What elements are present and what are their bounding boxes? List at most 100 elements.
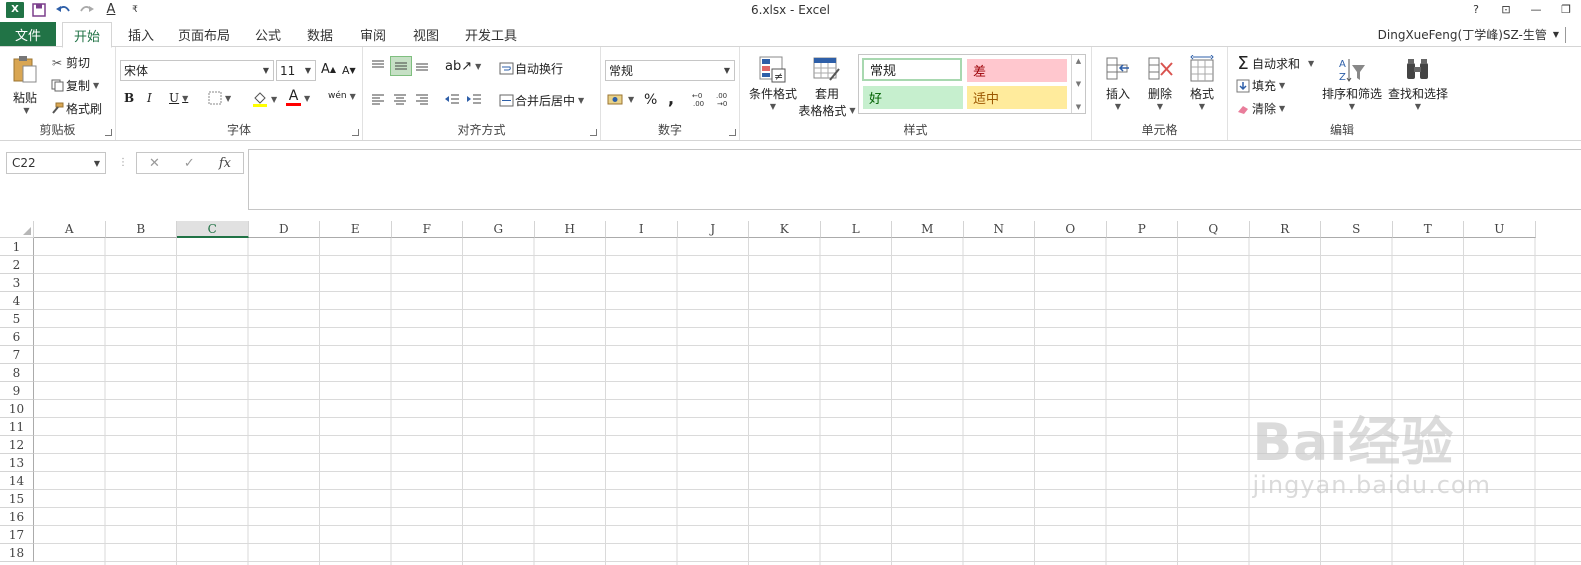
column-header[interactable]: S — [1321, 221, 1393, 238]
accounting-format-button[interactable]: ▼ — [607, 92, 634, 106]
clear-button[interactable]: 清除 ▼ — [1234, 100, 1285, 117]
formula-bar-grip[interactable]: ⋮ — [118, 157, 128, 168]
row-header[interactable]: 6 — [0, 328, 34, 346]
find-select-button[interactable]: 查找和选择 ▼ — [1386, 55, 1450, 111]
sort-filter-button[interactable]: AZ 排序和筛选 ▼ — [1322, 55, 1382, 111]
dialog-launcher-icon[interactable] — [729, 129, 736, 136]
align-middle-button[interactable] — [390, 56, 412, 76]
font-color-icon[interactable]: A — [102, 1, 120, 18]
row-header[interactable]: 10 — [0, 400, 34, 418]
font-color-button[interactable]: A ▼ — [286, 89, 310, 106]
column-header[interactable]: N — [963, 221, 1035, 238]
dialog-launcher-icon[interactable] — [590, 129, 597, 136]
user-account[interactable]: DingXueFeng(丁学峰)SZ-生管 ▼ — [1378, 22, 1575, 47]
column-header[interactable]: H — [534, 221, 606, 238]
align-bottom-button[interactable] — [414, 58, 430, 72]
underline-button[interactable]: U ▼ — [169, 91, 188, 105]
align-top-button[interactable] — [370, 58, 386, 72]
column-header[interactable]: L — [820, 221, 892, 238]
row-header[interactable]: 8 — [0, 364, 34, 382]
column-header[interactable]: T — [1392, 221, 1464, 238]
column-header[interactable]: G — [463, 221, 535, 238]
font-size-combo[interactable]: 11 ▼ — [276, 60, 316, 81]
cell-area[interactable] — [34, 238, 1581, 565]
row-header[interactable]: 9 — [0, 382, 34, 400]
undo-icon[interactable] — [54, 1, 72, 18]
ribbon-display-icon[interactable]: ⊡ — [1493, 1, 1519, 18]
paste-button[interactable]: 粘贴 ▼ — [8, 55, 42, 115]
formula-input[interactable] — [248, 149, 1581, 210]
column-header[interactable]: C — [177, 221, 249, 238]
customize-qat-icon[interactable]: ₹ — [126, 1, 144, 18]
minimize-icon[interactable]: — — [1523, 1, 1549, 18]
row-header[interactable]: 15 — [0, 490, 34, 508]
borders-button[interactable]: ▼ — [208, 91, 231, 105]
select-all-button[interactable] — [0, 221, 34, 238]
row-header[interactable]: 1 — [0, 238, 34, 256]
tab-home[interactable]: 开始 — [62, 22, 112, 48]
number-format-combo[interactable]: 常规 ▼ — [605, 60, 735, 81]
column-header[interactable]: K — [749, 221, 821, 238]
wrap-text-button[interactable]: 自动换行 — [497, 60, 563, 77]
autosum-button[interactable]: Σ 自动求和 ▼ — [1234, 53, 1314, 74]
tab-review[interactable]: 审阅 — [353, 22, 393, 47]
grow-font-button[interactable]: A ▲ — [321, 62, 336, 77]
column-header[interactable]: J — [677, 221, 749, 238]
column-header[interactable]: B — [105, 221, 177, 238]
tab-file[interactable]: 文件 — [0, 22, 56, 47]
row-header[interactable]: 11 — [0, 418, 34, 436]
row-header[interactable]: 12 — [0, 436, 34, 454]
comma-button[interactable]: , — [668, 89, 674, 108]
tab-page-layout[interactable]: 页面布局 — [170, 22, 238, 47]
phonetic-button[interactable]: wén ▼ — [328, 91, 356, 101]
fill-color-button[interactable]: ▼ — [252, 91, 277, 107]
format-cells-button[interactable]: 格式 ▼ — [1184, 55, 1220, 111]
tab-data[interactable]: 数据 — [300, 22, 340, 47]
copy-button[interactable]: 复制 ▼ — [48, 77, 99, 94]
font-name-combo[interactable]: 宋体 ▼ — [120, 60, 274, 81]
column-header[interactable]: R — [1249, 221, 1321, 238]
column-header[interactable]: F — [391, 221, 463, 238]
row-header[interactable]: 3 — [0, 274, 34, 292]
tab-view[interactable]: 视图 — [406, 22, 446, 47]
align-center-button[interactable] — [392, 92, 408, 106]
row-header[interactable]: 7 — [0, 346, 34, 364]
tab-insert[interactable]: 插入 — [118, 22, 164, 47]
conditional-format-button[interactable]: ≠ 条件格式 ▼ — [744, 55, 802, 111]
increase-decimal-button[interactable]: ←0.00 — [691, 91, 709, 107]
tab-developer[interactable]: 开发工具 — [460, 22, 522, 47]
shrink-font-button[interactable]: A ▼ — [342, 64, 356, 77]
column-header[interactable]: D — [248, 221, 320, 238]
increase-indent-button[interactable] — [466, 92, 482, 106]
align-left-button[interactable] — [370, 92, 386, 106]
style-bad[interactable]: 差 — [967, 59, 1067, 82]
percent-button[interactable]: % — [644, 92, 657, 108]
orientation-button[interactable]: ab↗ ▼ — [445, 59, 481, 74]
row-header[interactable]: 13 — [0, 454, 34, 472]
dialog-launcher-icon[interactable] — [352, 129, 359, 136]
italic-button[interactable]: I — [147, 91, 152, 105]
style-good[interactable]: 好 — [863, 86, 963, 109]
delete-cells-button[interactable]: 删除 ▼ — [1142, 55, 1178, 111]
column-header[interactable]: E — [320, 221, 392, 238]
gallery-down-icon[interactable]: ▼ — [1076, 80, 1081, 88]
enter-icon[interactable]: ✓ — [184, 156, 195, 171]
column-header[interactable]: I — [606, 221, 678, 238]
merge-center-button[interactable]: 合并后居中 ▼ — [497, 92, 584, 109]
cancel-icon[interactable]: ✕ — [149, 156, 160, 171]
column-header[interactable]: A — [34, 221, 106, 238]
row-header[interactable]: 2 — [0, 256, 34, 274]
decrease-indent-button[interactable] — [444, 92, 460, 106]
gallery-up-icon[interactable]: ▲ — [1076, 57, 1081, 65]
row-header[interactable]: 18 — [0, 544, 34, 562]
column-header[interactable]: Q — [1178, 221, 1250, 238]
dialog-launcher-icon[interactable] — [105, 129, 112, 136]
gallery-scroll[interactable]: ▲ ▼ ▼ — [1071, 55, 1085, 113]
align-right-button[interactable] — [414, 92, 430, 106]
row-header[interactable]: 5 — [0, 310, 34, 328]
decrease-decimal-button[interactable]: .00 →0 — [715, 91, 733, 107]
column-header[interactable]: U — [1464, 221, 1536, 238]
column-header[interactable]: P — [1106, 221, 1178, 238]
column-header[interactable]: M — [892, 221, 964, 238]
column-header[interactable]: O — [1035, 221, 1107, 238]
